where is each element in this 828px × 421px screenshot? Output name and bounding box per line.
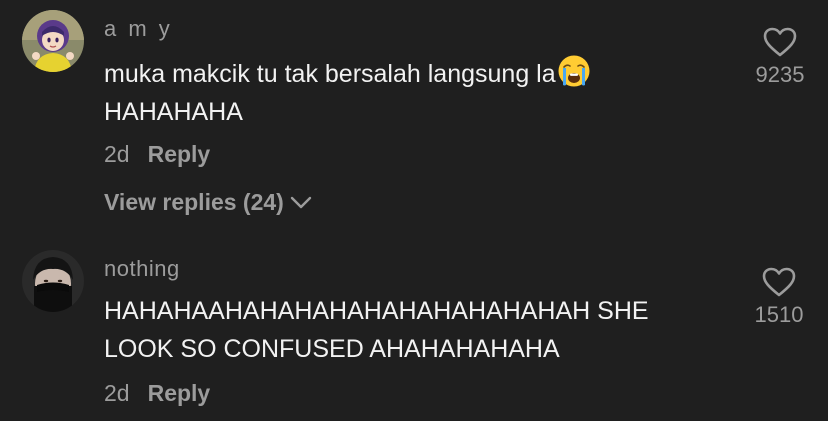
view-replies-button[interactable]: View replies (24) (104, 189, 312, 216)
comment-text-line2: LOOK SO CONFUSED AHAHAHAHAHA (104, 335, 560, 363)
like-count: 9235 (755, 62, 805, 87)
username[interactable]: nothing (104, 256, 180, 282)
comment-text: HAHAHAAHAHAHAHAHAHAHAHAHAHAH SHE LOOK SO… (104, 292, 724, 368)
heart-outline-icon[interactable] (762, 26, 798, 58)
comment-meta: 2d Reply (104, 141, 210, 168)
comment-item: a m y muka makcik tu tak bersalah langsu… (0, 0, 828, 230)
chevron-down-icon (290, 196, 312, 208)
comment-text-line2: HAHAHAHA (104, 98, 243, 126)
comment-meta: 2d Reply (104, 380, 210, 407)
timestamp: 2d (104, 380, 130, 406)
timestamp: 2d (104, 141, 130, 167)
username[interactable]: a m y (104, 16, 173, 42)
avatar[interactable] (22, 250, 84, 312)
comment-text: muka makcik tu tak bersalah langsung la … (104, 54, 724, 131)
reply-button[interactable]: Reply (148, 380, 211, 406)
like-control: 1510 (739, 266, 819, 328)
avatar[interactable] (22, 10, 84, 72)
loudly-crying-face-emoji (557, 54, 591, 88)
reply-button[interactable]: Reply (148, 141, 211, 167)
view-replies-label: View replies (24) (104, 189, 284, 215)
comment-text-line1: HAHAHAAHAHAHAHAHAHAHAHAHAHAH SHE (104, 297, 649, 325)
comment-item: nothing HAHAHAAHAHAHAHAHAHAHAHAHAHAH SHE… (0, 240, 828, 421)
heart-outline-icon[interactable] (761, 266, 797, 298)
like-control: 9235 (740, 26, 820, 88)
comment-text-line1: muka makcik tu tak bersalah langsung la (104, 60, 556, 88)
like-count: 1510 (754, 302, 804, 327)
